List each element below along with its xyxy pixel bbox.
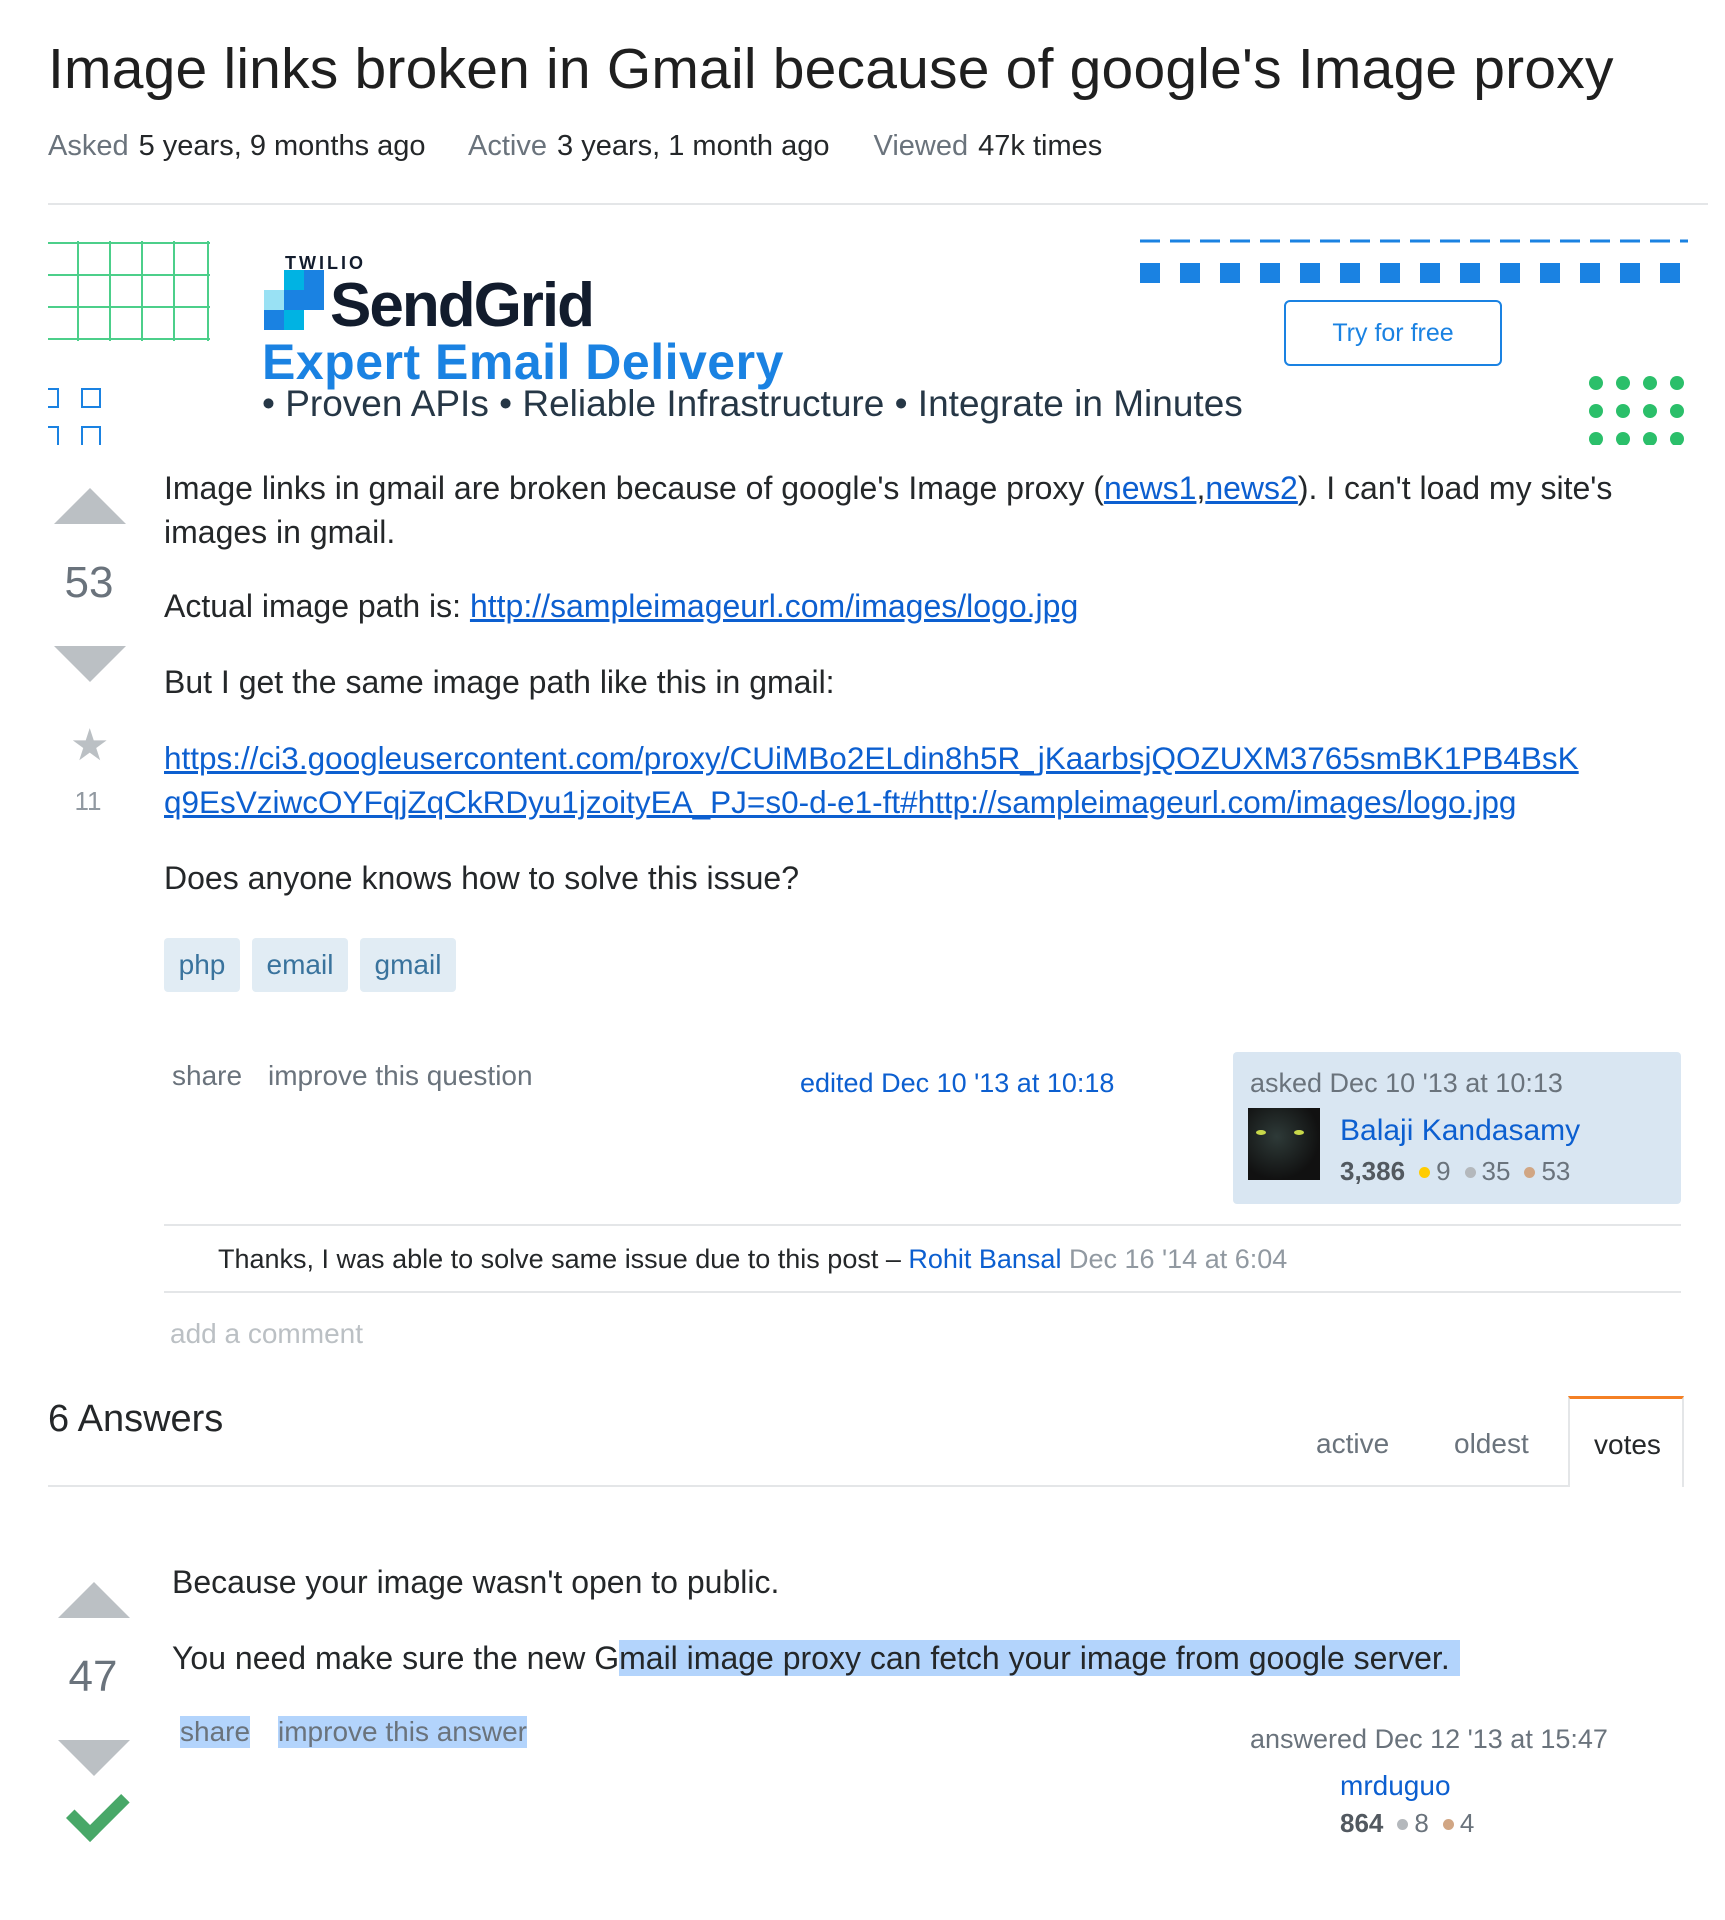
answer-downvote-button[interactable] (58, 1740, 130, 1776)
answer-upvote-button[interactable] (58, 1582, 130, 1618)
ad-subline: • Proven APIs • Reliable Infrastructure … (262, 383, 1243, 424)
asked-value[interactable]: 5 years, 9 months ago (139, 130, 426, 162)
tab-oldest-sort[interactable]: oldest (1454, 1428, 1529, 1460)
owner-name-link[interactable]: Balaji Kandasamy (1340, 1114, 1580, 1148)
active-label: Active (468, 130, 548, 162)
question-paragraph-1: Image links in gmail are broken because … (164, 466, 1684, 554)
tab-active-sort[interactable]: active (1316, 1428, 1389, 1460)
tab-votes-sort[interactable]: votes (1568, 1396, 1684, 1487)
link-separator: , (1196, 470, 1206, 506)
tab-votes-label: votes (1594, 1429, 1661, 1460)
answers-tabs-divider (48, 1485, 1682, 1487)
ad-square-decoration (48, 388, 101, 445)
bronze-badge-icon (1442, 1818, 1454, 1830)
bronze-badge-count: 4 (1459, 1808, 1475, 1838)
try-for-free-button[interactable]: Try for free (1284, 300, 1502, 366)
answer-vote-count: 47 (68, 1652, 118, 1701)
comment-body: Thanks, I was able to solve same issue d… (218, 1244, 1287, 1275)
answer-user-reputation: 864 8 4 (1340, 1808, 1474, 1839)
news1-link[interactable]: news1 (1104, 470, 1197, 506)
tag-gmail[interactable]: gmail (360, 938, 456, 992)
answer-paragraph-1: Because your image wasn't open to public… (172, 1564, 780, 1600)
ad-dash-decoration (1140, 239, 1688, 283)
selected-text: mail image proxy can fetch your image fr… (619, 1640, 1460, 1676)
proxy-url-line-2[interactable]: q9EsVziwcOYFqjZqCkRDyu1jzoityEA_PJ=s0-d-… (164, 784, 1516, 820)
answer-paragraph-2: You need make sure the new Gmail image p… (172, 1636, 1460, 1680)
asked-timestamp: asked Dec 10 '13 at 10:13 (1250, 1068, 1563, 1098)
bronze-badge-count: 53 (1541, 1156, 1571, 1186)
ad-grid-decoration (48, 241, 210, 341)
answered-timestamp: answered Dec 12 '13 at 15:47 (1250, 1724, 1608, 1754)
gold-badge-icon (1419, 1166, 1431, 1178)
silver-badge-icon (1464, 1166, 1476, 1178)
downvote-button[interactable] (54, 646, 126, 682)
answer-text: You need make sure the new G (172, 1640, 620, 1676)
silver-badge-icon (1397, 1818, 1409, 1830)
news2-link[interactable]: news2 (1205, 470, 1298, 506)
question-meta: Asked 5 years, 9 months ago Active 3 years… (48, 130, 1138, 163)
silver-badge-count: 35 (1481, 1156, 1511, 1186)
gold-badge-count: 9 (1436, 1156, 1451, 1186)
accepted-check-icon (66, 1778, 130, 1843)
tag-php[interactable]: php (164, 938, 240, 992)
sendgrid-logo-icon (264, 270, 324, 330)
owner-reputation: 3,386 9 35 53 (1340, 1156, 1570, 1187)
improve-answer-link[interactable]: improve this answer (278, 1716, 527, 1748)
question-text: Actual image path is: (164, 588, 470, 624)
question-paragraph-5: Does anyone knows how to solve this issu… (164, 860, 800, 896)
viewed-value: 47k times (978, 130, 1103, 162)
comment-text: Thanks, I was able to solve same issue d… (218, 1244, 909, 1274)
title-divider (48, 203, 1708, 205)
comment-date[interactable]: Dec 16 '14 at 6:04 (1061, 1244, 1287, 1274)
active-value[interactable]: 3 years, 1 month ago (557, 130, 829, 162)
answer-reputation-score: 864 (1340, 1808, 1384, 1838)
reputation-score: 3,386 (1340, 1156, 1406, 1186)
avatar[interactable] (1248, 1108, 1320, 1180)
question-paragraph-3: But I get the same image path like this … (164, 664, 835, 700)
question-paragraph-2: Actual image path is: http://sampleimage… (164, 584, 1078, 628)
ad-dots-decoration (1589, 376, 1684, 445)
edited-timestamp-link[interactable]: edited Dec 10 '13 at 10:18 (800, 1068, 1114, 1099)
answers-count-heading: 6 Answers (48, 1398, 224, 1440)
share-answer-link[interactable]: share (180, 1716, 251, 1748)
proxy-url-line-1[interactable]: https://ci3.googleusercontent.com/proxy/… (164, 740, 1579, 776)
silver-badge-count: 8 (1414, 1808, 1429, 1838)
proxy-url-link[interactable]: https://ci3.googleusercontent.com/proxy/… (164, 736, 1579, 824)
image-path-link[interactable]: http://sampleimageurl.com/images/logo.jp… (470, 588, 1078, 624)
bronze-badge-icon (1524, 1166, 1536, 1178)
favorite-count: 11 (74, 786, 102, 816)
viewed-label: Viewed (873, 130, 969, 162)
question-vote-count: 53 (64, 558, 114, 607)
comment-user-link[interactable]: Rohit Bansal (908, 1244, 1061, 1274)
improve-question-link[interactable]: improve this question (268, 1060, 533, 1092)
page-title: Image links broken in Gmail because of g… (48, 37, 1614, 101)
add-comment-link[interactable]: add a comment (170, 1318, 363, 1350)
share-question-link[interactable]: share (172, 1060, 242, 1092)
upvote-button[interactable] (54, 488, 126, 524)
avatar-detail (1294, 1130, 1304, 1135)
question-text: Image links in gmail are broken because … (164, 470, 1104, 506)
tag-email[interactable]: email (252, 938, 348, 992)
favorite-star-icon[interactable]: ★ (70, 720, 109, 771)
asked-label: Asked (48, 130, 129, 162)
answer-user-link[interactable]: mrduguo (1340, 1770, 1451, 1802)
avatar-detail (1256, 1130, 1266, 1135)
ad-brand: SendGrid (330, 271, 595, 340)
